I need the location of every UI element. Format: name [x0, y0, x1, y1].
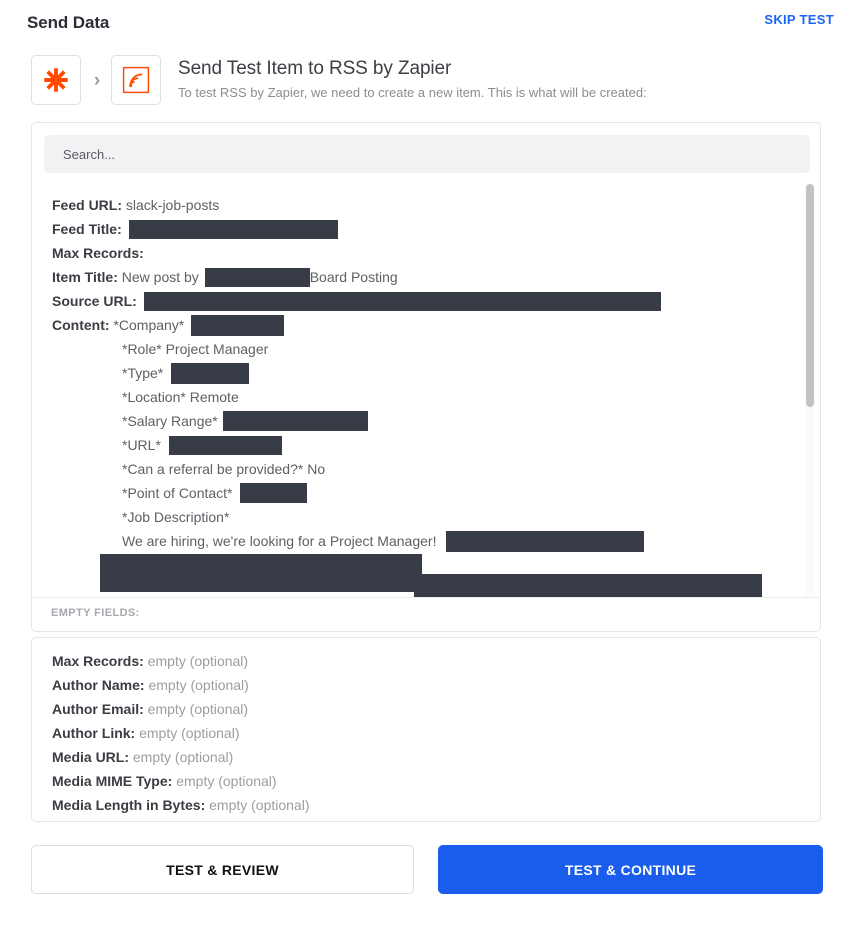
redacted-value — [128, 219, 338, 239]
empty-field-label: Author Link: — [52, 725, 136, 741]
redacted-value — [222, 411, 368, 432]
page-title: Send Data — [27, 13, 110, 32]
empty-field-label: Author Name: — [52, 677, 145, 693]
content-line-text: *Location* Remote — [122, 389, 239, 405]
redacted-value — [143, 291, 661, 311]
field-row-item-title: Item Title: New post by Board Posting — [52, 265, 820, 289]
empty-field-row: Media Length in Bytes: empty (optional) — [52, 793, 820, 817]
field-row-feed-url: Feed URL: slack-job-posts — [52, 193, 820, 217]
field-label: Feed Title: — [52, 221, 122, 237]
empty-field-row: Media URL: empty (optional) — [52, 745, 820, 769]
field-row-source-url: Source URL: — [52, 289, 820, 313]
empty-field-label: Author Email: — [52, 701, 144, 717]
field-value: *Company* — [113, 317, 185, 333]
empty-field-row: Author Email: empty (optional) — [52, 697, 820, 721]
field-label: Feed URL: — [52, 197, 122, 213]
redacted-block — [100, 554, 422, 592]
empty-field-label: Media URL: — [52, 749, 129, 765]
empty-field-label: Max Records: — [52, 653, 144, 669]
empty-field-value: empty (optional) — [209, 797, 310, 813]
field-value: slack-job-posts — [125, 197, 220, 213]
redacted-value — [171, 362, 250, 384]
content-line-text: *Point of Contact* — [122, 485, 233, 501]
content-line: *Location* Remote — [52, 385, 820, 409]
empty-field-label: Media Length in Bytes: — [52, 797, 206, 813]
content-line: *Type* — [52, 361, 820, 385]
search-input[interactable] — [44, 135, 810, 173]
content-line-text: We are hiring, we're looking for a Proje… — [122, 533, 437, 549]
content-line-text: *Salary Range* — [122, 413, 218, 429]
empty-fields-heading: EMPTY FIELDS: — [51, 607, 140, 619]
skip-test-link[interactable]: SKIP TEST — [764, 12, 834, 27]
field-row-max-records: Max Records: — [52, 241, 820, 265]
empty-field-label: Media MIME Type: — [52, 773, 173, 789]
field-label: Item Title: — [52, 269, 118, 285]
content-line: *Job Description* — [52, 505, 820, 529]
content-line-text: *Job Description* — [122, 509, 230, 525]
field-value: New post by — [121, 269, 199, 285]
header-title: Send Test Item to RSS by Zapier — [178, 58, 452, 79]
empty-fields-card: Max Records: empty (optional) Author Nam… — [31, 637, 821, 822]
preview-card: Feed URL: slack-job-posts Feed Title: Ma… — [31, 122, 821, 632]
redacted-block — [414, 574, 762, 599]
field-value-tail: Board Posting — [309, 269, 398, 285]
empty-fields-divider: EMPTY FIELDS: — [32, 597, 820, 631]
empty-field-value: empty (optional) — [147, 653, 249, 669]
redacted-value — [240, 483, 308, 504]
zapier-logo-icon — [31, 55, 81, 105]
field-label: Content: — [52, 317, 110, 333]
empty-field-value: empty (optional) — [148, 677, 249, 693]
app-header: › Send Test Item to RSS by Zapier To tes… — [31, 55, 821, 107]
field-label: Max Records: — [52, 245, 144, 261]
empty-field-value: empty (optional) — [132, 749, 234, 765]
top-bar: Send Data SKIP TEST — [0, 0, 849, 46]
content-line-text: *Type* — [122, 365, 164, 381]
empty-field-row: Author Name: empty (optional) — [52, 673, 820, 697]
redacted-value — [204, 267, 310, 287]
content-line: *Can a referral be provided?* No — [52, 457, 820, 481]
header-text-block: Send Test Item to RSS by Zapier To test … — [178, 56, 647, 102]
redacted-value — [446, 530, 645, 552]
redacted-value — [191, 314, 285, 336]
content-line: We are hiring, we're looking for a Proje… — [52, 529, 820, 599]
content-line-text: *Can a referral be provided?* No — [122, 461, 326, 477]
empty-field-value: empty (optional) — [139, 725, 240, 741]
content-line-text: *Role* Project Manager — [122, 341, 269, 357]
chevron-right-icon: › — [93, 69, 101, 91]
empty-field-row: Media MIME Type: empty (optional) — [52, 769, 820, 793]
fields-scroll-viewport[interactable]: Feed URL: slack-job-posts Feed Title: Ma… — [32, 185, 820, 603]
field-label: Source URL: — [52, 293, 137, 309]
empty-field-row: Max Records: empty (optional) — [52, 649, 820, 673]
search-field-wrap — [44, 135, 810, 173]
header-subtitle: To test RSS by Zapier, we need to create… — [178, 85, 647, 100]
rss-feed-icon — [111, 55, 161, 105]
scrollbar-thumb[interactable] — [806, 184, 814, 407]
content-line: *Role* Project Manager — [52, 337, 820, 361]
fields-list: Feed URL: slack-job-posts Feed Title: Ma… — [32, 185, 820, 599]
test-and-review-button[interactable]: TEST & REVIEW — [31, 845, 414, 894]
field-row-content: Content: *Company* — [52, 313, 820, 337]
test-and-continue-button[interactable]: TEST & CONTINUE — [438, 845, 823, 894]
empty-field-value: empty (optional) — [176, 773, 277, 789]
send-data-page: Send Data SKIP TEST › Send Test Item to … — [0, 0, 849, 927]
empty-field-value: empty (optional) — [147, 701, 249, 717]
redacted-value — [168, 435, 282, 455]
field-row-feed-title: Feed Title: — [52, 217, 820, 241]
content-line-text: *URL* — [122, 437, 161, 453]
content-line: *Salary Range* — [52, 409, 820, 433]
empty-field-row: Author Link: empty (optional) — [52, 721, 820, 745]
content-line: *Point of Contact* — [52, 481, 820, 505]
content-line: *URL* — [52, 433, 820, 457]
footer-button-row: TEST & REVIEW TEST & CONTINUE — [31, 845, 823, 894]
